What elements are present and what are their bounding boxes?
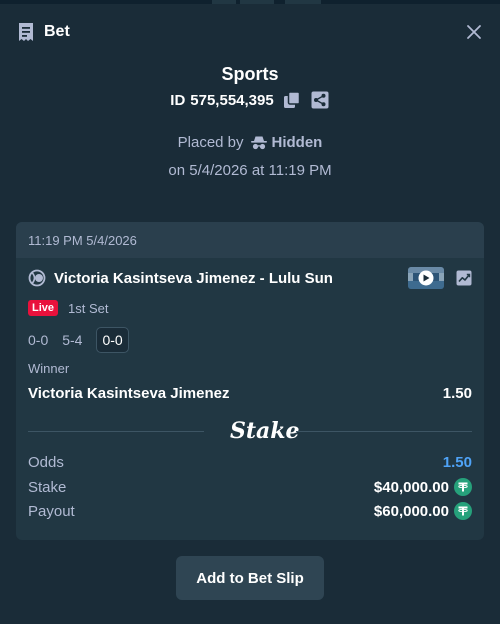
payout-amount: $60,000.00 (374, 502, 472, 520)
tether-icon (454, 502, 472, 520)
modal-title: Bet (44, 23, 70, 40)
games-score: 5-4 (62, 332, 83, 348)
bet-card: 11:19 PM 5/4/2026 Victoria Kasintseva Ji… (16, 222, 484, 540)
points-score: 0-0 (96, 327, 129, 353)
divider-line (296, 431, 472, 432)
incognito-icon (250, 135, 268, 151)
placed-by-row: Placed by Hidden (0, 134, 500, 151)
share-icon[interactable] (310, 90, 330, 110)
tennis-ball-icon (28, 269, 46, 287)
event-name[interactable]: Victoria Kasintseva Jimenez - Lulu Sun (54, 270, 333, 287)
selection-odds: 1.50 (442, 385, 472, 402)
match-status-row: Live 1st Set (28, 300, 108, 316)
video-stream-icon[interactable] (408, 267, 444, 289)
live-badge: Live (28, 300, 59, 316)
card-timestamp: 11:19 PM 5/4/2026 (28, 232, 137, 248)
market-label: Winner (28, 361, 70, 376)
stake-amount: $40,000.00 (374, 478, 472, 496)
copy-icon[interactable] (282, 90, 302, 110)
bet-id-value: 575,554,395 (190, 91, 274, 109)
odds-value: 1.50 (442, 454, 472, 471)
brand-divider: Stake (28, 418, 472, 444)
stake-value: $40,000.00 (373, 478, 449, 496)
set-score: 0-0 (28, 332, 49, 348)
selection-row: Victoria Kasintseva Jimenez 1.50 (28, 385, 472, 402)
bet-id-label: ID (170, 91, 186, 109)
payout-value: $60,000.00 (373, 502, 449, 520)
stake-row: Stake $40,000.00 (28, 478, 472, 496)
bet-id-row: ID 575,554,395 (0, 90, 500, 110)
tether-icon (454, 478, 472, 496)
set-label: 1st Set (68, 300, 109, 316)
strip-segment (285, 0, 321, 4)
placed-by-user: Hidden (271, 134, 323, 151)
modal-header: Bet (16, 20, 484, 44)
score-row: 0-0 5-4 0-0 (28, 327, 143, 353)
payout-label: Payout (28, 502, 75, 520)
close-icon[interactable] (464, 22, 484, 42)
strip-segment (212, 0, 236, 4)
placed-by-label: Placed by (177, 134, 244, 151)
event-row: Victoria Kasintseva Jimenez - Lulu Sun (28, 266, 472, 290)
add-to-bet-slip-button[interactable]: Add to Bet Slip (176, 556, 324, 600)
odds-row: Odds 1.50 (28, 454, 472, 471)
payout-row: Payout $60,000.00 (28, 502, 472, 520)
stats-chart-icon[interactable] (456, 270, 472, 286)
selection-name: Victoria Kasintseva Jimenez (28, 385, 230, 402)
card-header: 11:19 PM 5/4/2026 (16, 222, 484, 258)
strip-segment (240, 0, 274, 4)
sport-title: Sports (221, 64, 279, 84)
stake-label: Stake (28, 478, 67, 496)
bet-slip-icon (16, 22, 36, 42)
odds-label: Odds (28, 454, 64, 471)
top-strip (0, 0, 500, 4)
placed-date: on 5/4/2026 at 11:19 PM (168, 162, 332, 179)
brand-logo: Stake (230, 418, 300, 444)
divider-line (28, 431, 204, 432)
